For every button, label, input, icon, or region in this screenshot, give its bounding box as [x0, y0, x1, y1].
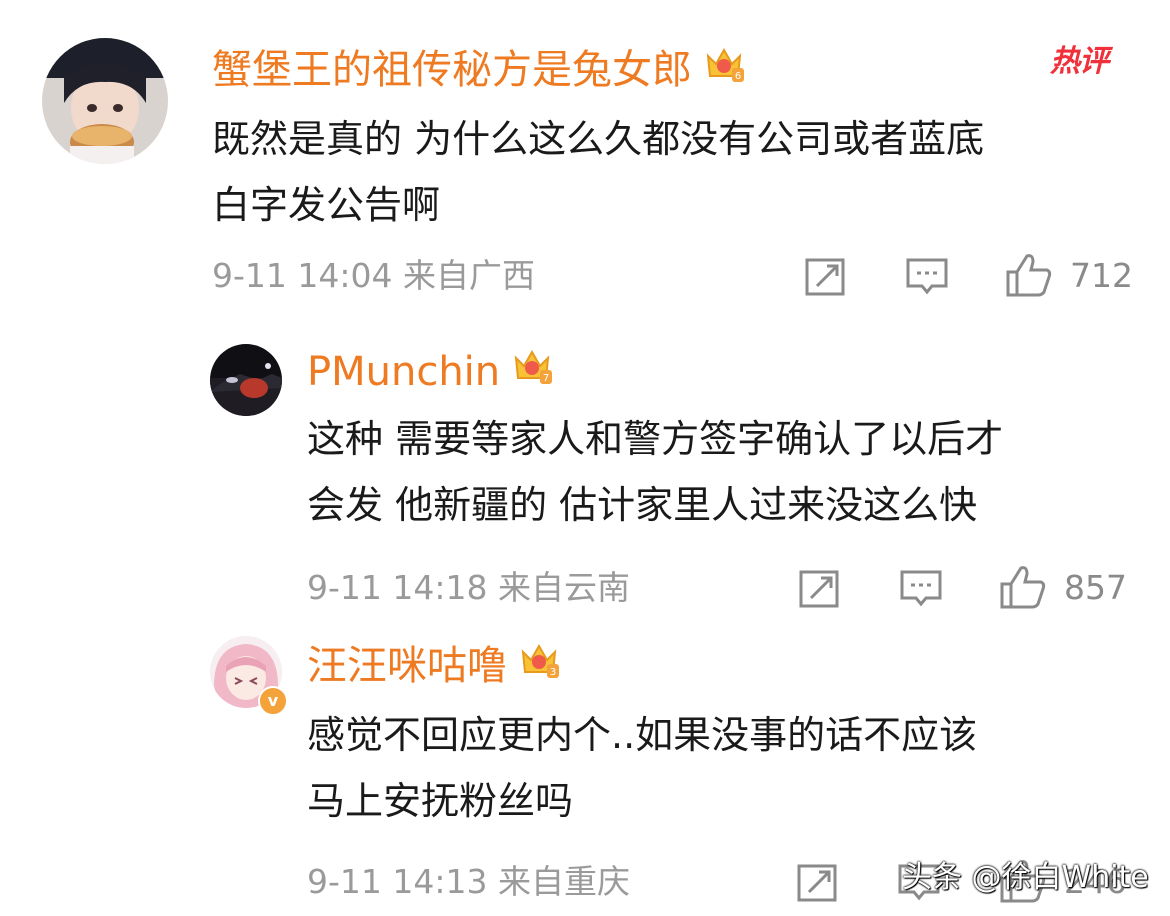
- username-text[interactable]: 蟹堡王的祖传秘方是兔女郎: [212, 46, 692, 94]
- like-icon[interactable]: [1005, 252, 1053, 298]
- like-count: 857: [1064, 568, 1127, 607]
- comment-text-line: 既然是真的 为什么这么久都没有公司或者蓝底: [212, 117, 985, 161]
- repost-icon[interactable]: [805, 258, 847, 296]
- comment-meta: 9-11 14:18 来自云南: [307, 568, 630, 607]
- avatar[interactable]: [42, 38, 168, 164]
- svg-text:6: 6: [735, 71, 741, 82]
- comment-text: 感觉不回应更内个..如果没事的话不应该 马上安抚粉丝吗: [307, 702, 1147, 834]
- avatar[interactable]: [210, 344, 282, 416]
- comment-icon[interactable]: [900, 570, 942, 610]
- comment-meta: 9-11 14:13 来自重庆: [307, 862, 630, 901]
- watermark: 头条 @徐白White: [902, 860, 1149, 895]
- comment-icon[interactable]: [906, 258, 948, 298]
- svg-text:7: 7: [543, 373, 549, 384]
- comment-text-line: 马上安抚粉丝吗: [307, 779, 574, 823]
- comment-text-line: 会发 他新疆的 估计家里人过来没这么快: [307, 483, 978, 527]
- crown-badge-icon: 6: [702, 42, 746, 97]
- username-text[interactable]: PMunchin: [307, 348, 500, 396]
- comment-text: 既然是真的 为什么这么久都没有公司或者蓝底 白字发公告啊: [212, 106, 1142, 238]
- comment-meta: 9-11 14:04 来自广西: [212, 256, 535, 295]
- comment-text-line: 感觉不回应更内个..如果没事的话不应该: [307, 713, 978, 757]
- username-text[interactable]: 汪汪咪咕噜: [307, 642, 507, 690]
- like-count: 712: [1070, 256, 1133, 295]
- crown-badge-icon: 3: [517, 638, 561, 693]
- comment-text-line: 白字发公告啊: [212, 183, 441, 227]
- comment-text-line: 这种 需要等家人和警方签字确认了以后才: [307, 417, 1004, 461]
- username[interactable]: PMunchin 7: [307, 344, 554, 399]
- comment-item: PMunchin 7 这种 需要等家人和警方签字确认了以后才 会发 他新疆的 估…: [0, 320, 1170, 620]
- username[interactable]: 蟹堡王的祖传秘方是兔女郎 6: [212, 42, 746, 97]
- comment-item: 蟹堡王的祖传秘方是兔女郎 6 既然是真的 为什么这么久都没有公司或者蓝底 白字发…: [0, 0, 1170, 320]
- repost-icon[interactable]: [799, 570, 841, 608]
- username[interactable]: 汪汪咪咕噜 3: [307, 638, 561, 693]
- like-icon[interactable]: [999, 564, 1047, 610]
- svg-text:3: 3: [550, 667, 556, 678]
- comment-text: 这种 需要等家人和警方签字确认了以后才 会发 他新疆的 估计家里人过来没这么快: [307, 406, 1147, 538]
- repost-icon[interactable]: [797, 864, 839, 902]
- crown-badge-icon: 7: [510, 344, 554, 399]
- verified-badge-icon: v: [258, 686, 288, 716]
